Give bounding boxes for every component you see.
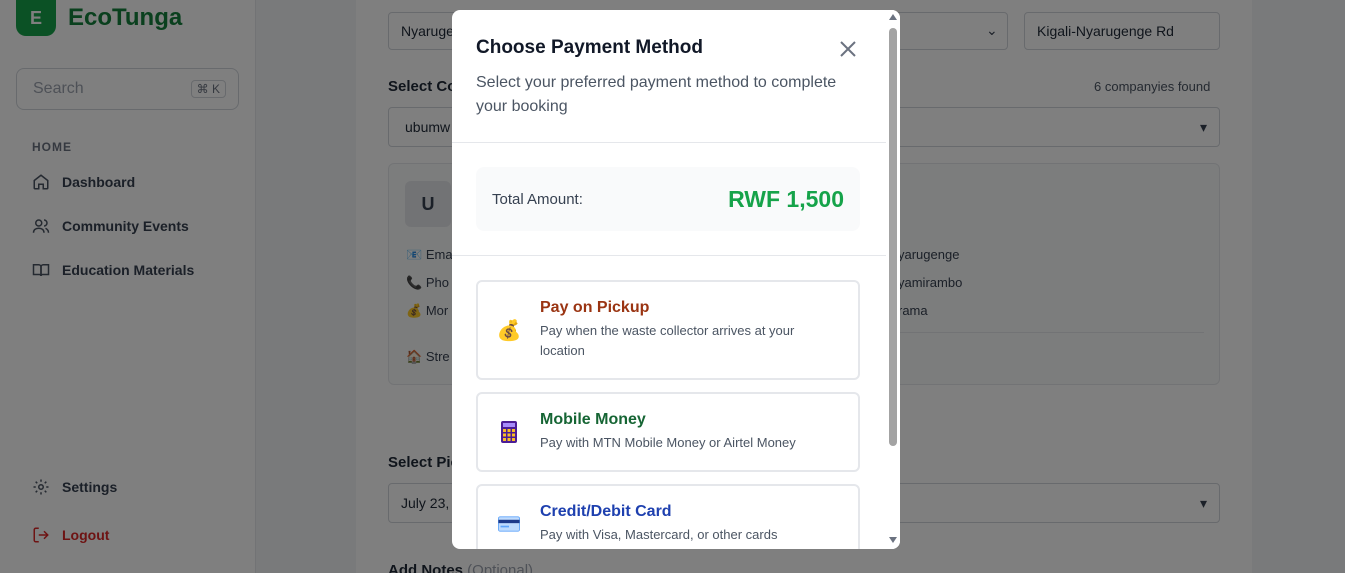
close-button[interactable]	[836, 37, 860, 61]
scroll-up-arrow-icon[interactable]	[889, 14, 897, 20]
total-label: Total Amount:	[492, 190, 583, 208]
modal-scrollbar[interactable]	[886, 10, 900, 549]
scroll-down-arrow-icon[interactable]	[889, 537, 897, 543]
option-text: Credit/Debit Card Pay with Visa, Masterc…	[540, 503, 777, 545]
modal-title: Choose Payment Method	[476, 37, 703, 58]
divider	[452, 142, 886, 143]
total-value: RWF 1,500	[728, 185, 844, 212]
modal-subtitle: Select your preferred payment method to …	[476, 74, 837, 115]
option-title: Pay on Pickup	[540, 299, 650, 316]
credit-card-option[interactable]: Credit/Debit Card Pay with Visa, Masterc…	[476, 484, 860, 549]
mobile-money-option[interactable]: Mobile Money Pay with MTN Mobile Money o…	[476, 392, 860, 472]
option-text: Pay on Pickup Pay when the waste collect…	[540, 299, 842, 361]
money-bag-icon: 💰	[496, 319, 522, 342]
option-title: Mobile Money	[540, 411, 646, 428]
option-desc: Pay with Visa, Mastercard, or other card…	[540, 527, 778, 542]
option-desc: Pay with MTN Mobile Money or Airtel Mone…	[540, 435, 796, 450]
close-icon	[840, 41, 856, 57]
option-text: Mobile Money Pay with MTN Mobile Money o…	[540, 411, 796, 453]
pay-on-pickup-option[interactable]: 💰 Pay on Pickup Pay when the waste colle…	[476, 280, 860, 380]
payment-method-modal: Choose Payment Method Select your prefer…	[452, 10, 900, 549]
mobile-phone-icon	[498, 420, 520, 444]
scrollbar-thumb[interactable]	[889, 28, 897, 446]
divider	[452, 255, 886, 256]
total-amount-box: Total Amount: RWF 1,500	[476, 167, 860, 231]
credit-card-icon	[498, 515, 520, 533]
option-desc: Pay when the waste collector arrives at …	[540, 323, 795, 358]
option-title: Credit/Debit Card	[540, 503, 672, 520]
